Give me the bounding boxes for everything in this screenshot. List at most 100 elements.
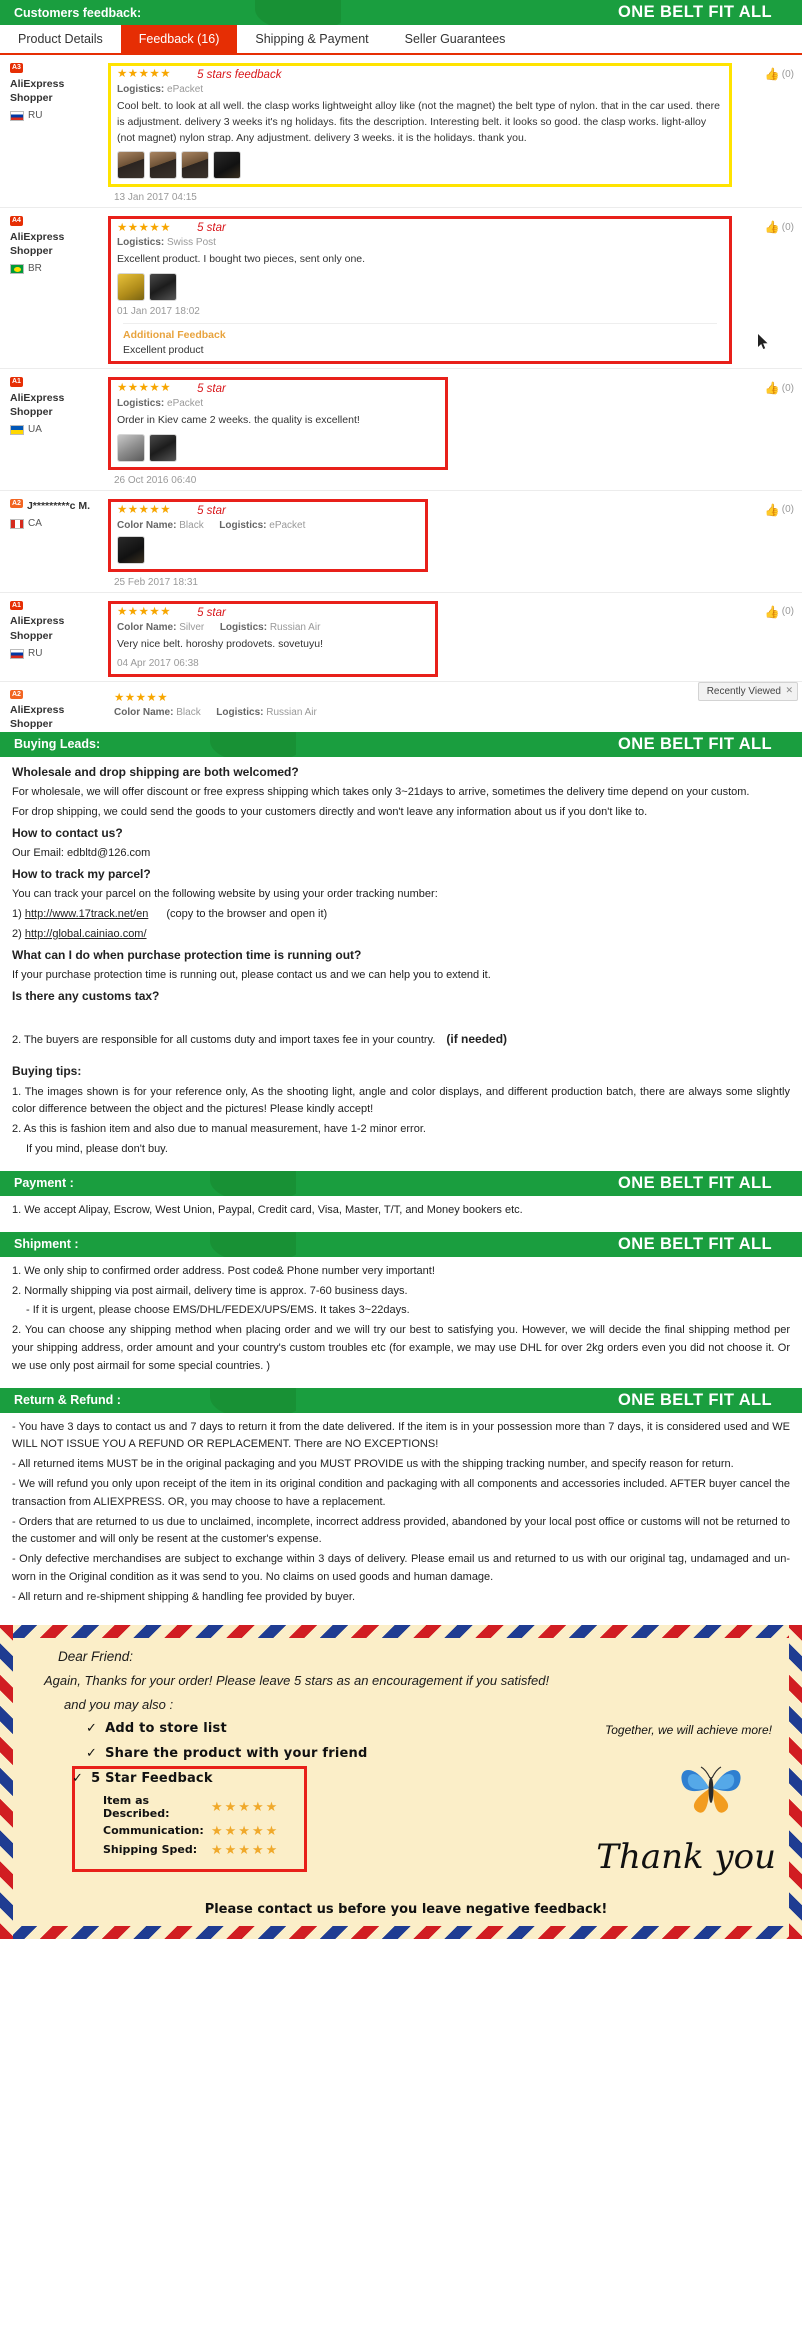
thank-you-envelope-card: Dear Friend: Again, Thanks for your orde…	[0, 1624, 802, 1939]
country-code: UA	[28, 424, 42, 436]
shipment-line-4: 2. You can choose any shipping method wh…	[12, 1324, 790, 1372]
logistics-value: Swiss Post	[167, 237, 216, 249]
answer-customs-emphasis: (if needed)	[446, 1032, 508, 1047]
country-code: RU	[28, 647, 43, 659]
recently-viewed-widget[interactable]: Recently Viewed ✕	[697, 681, 798, 701]
tracking-link-1-row: 1) http://www.17track.net/en (copy to the…	[12, 906, 790, 924]
rating-label: Item as Described:	[103, 1793, 170, 1820]
review-photo[interactable]	[117, 535, 145, 564]
rating-label: Shipping Sped:	[103, 1843, 198, 1857]
buyer-level-badge: A1	[10, 377, 23, 387]
color-value: Black	[176, 707, 201, 718]
rating-label: Communication:	[103, 1824, 204, 1838]
feedback-row: A4 AliExpress Shopper BR ★★★★★ 5 star Lo…	[0, 208, 802, 369]
feedback-highlight-box: ★★★★★ Color Name: Black Logistics: Russi…	[108, 690, 732, 724]
thumbs-up-icon[interactable]: 👍	[765, 605, 780, 619]
buyer-level-badge: A4	[10, 216, 23, 226]
feedback-date: 04 Apr 2017 06:38	[117, 657, 199, 669]
color-value: Black	[179, 519, 204, 531]
tracking-link-17track[interactable]: http://www.17track.net/en	[25, 908, 149, 920]
feedback-thumbnails	[117, 535, 419, 564]
review-photo[interactable]	[149, 151, 177, 180]
reviewer-name: AliExpress Shopper	[10, 77, 65, 104]
feedback-meta: Logistics: ePacket	[117, 84, 723, 95]
question-customs: Is there any customs tax?	[12, 988, 160, 1003]
feedback-text: Cool belt. to look at all well. the clas…	[117, 100, 720, 144]
checklist-item-share: ✓ Share the product with your friend	[34, 1746, 778, 1761]
feedback-tabs: Product Details Feedback (16) Shipping &…	[0, 25, 802, 55]
returns-line-1: - You have 3 days to contact us and 7 da…	[12, 1420, 790, 1451]
answer-protection: If your purchase protection time is runn…	[12, 969, 491, 982]
review-photo[interactable]	[117, 151, 145, 180]
thumbs-up-icon[interactable]: 👍	[765, 220, 780, 234]
reviewer-name-wrap: A2 AliExpress Shopper	[10, 689, 108, 732]
helpful-count: (0)	[781, 504, 794, 516]
reviewer-country: UA	[10, 423, 108, 437]
helpful-control[interactable]: 👍 (0)	[765, 503, 794, 517]
question-track: How to track my parcel?	[12, 866, 151, 881]
reviewer-info: A4 AliExpress Shopper BR	[0, 216, 108, 364]
banner-brand: ONE BELT FIT ALL	[618, 1234, 772, 1253]
feedback-text: Very nice belt. horoshy prodovets. sovet…	[117, 637, 324, 650]
feedback-body: ★★★★★ 5 stars feedback Logistics: ePacke…	[108, 63, 802, 203]
answer-contact-email: Our Email: edbltd@126.com	[12, 847, 151, 860]
helpful-count: (0)	[781, 221, 794, 233]
check-icon: ✓	[86, 1720, 98, 1736]
color-value: Silver	[179, 621, 205, 633]
ribbon-shape	[210, 1387, 318, 1413]
tab-shipping-payment[interactable]: Shipping & Payment	[237, 25, 386, 53]
tab-product-details[interactable]: Product Details	[0, 25, 121, 53]
logistics-label: Logistics:	[219, 519, 267, 531]
helpful-control[interactable]: 👍 (0)	[765, 381, 794, 395]
logistics-value: Russian Air	[266, 707, 317, 718]
feedback-meta: Color Name: Black Logistics: Russian Air	[114, 707, 726, 718]
checklist-item-five-star: ✓ 5 Star Feedback	[34, 1771, 778, 1786]
feedback-body: ★★★★★ 5 star Color Name: Black Logistics…	[108, 498, 802, 588]
star-rating: ★★★★★	[117, 504, 172, 516]
tab-seller-guarantees[interactable]: Seller Guarantees	[387, 25, 524, 53]
banner-label: Buying Leads:	[14, 737, 101, 752]
helpful-control[interactable]: 👍 (0)	[765, 605, 794, 619]
thank-you-text: Thank you	[596, 1836, 776, 1877]
thumbs-up-icon[interactable]: 👍	[765, 381, 780, 395]
buyer-level-badge: A2	[10, 498, 23, 509]
envelope-border-right	[789, 1624, 802, 1939]
helpful-control[interactable]: 👍 (0)	[765, 67, 794, 81]
review-photo[interactable]	[117, 433, 145, 462]
checklist-label: 5 Star Feedback	[91, 1770, 213, 1786]
thumbs-up-icon[interactable]: 👍	[765, 503, 780, 517]
feedback-list: A3 AliExpress Shopper RU ★★★★★ 5 stars f…	[0, 55, 802, 732]
payment-content: 1. We accept Alipay, Escrow, West Union,…	[0, 1196, 802, 1232]
review-photo[interactable]	[149, 273, 177, 301]
annotation-label: 5 star	[197, 606, 226, 619]
product-feedback-page: Customers feedback: ONE BELT FIT ALL Pro…	[0, 0, 802, 1939]
banner-brand: ONE BELT FIT ALL	[618, 3, 772, 21]
review-photo[interactable]	[213, 151, 241, 180]
feedback-text: Excellent product. I bought two pieces, …	[117, 253, 366, 266]
greeting-line: Dear Friend:	[58, 1648, 134, 1664]
buyer-level-badge: A2	[10, 689, 23, 700]
banner-brand: ONE BELT FIT ALL	[618, 1173, 772, 1192]
logistics-label: Logistics:	[117, 237, 165, 249]
reviewer-info: A2 J*********c M. CA	[0, 498, 108, 588]
link-1-note: (copy to the browser and open it)	[166, 908, 328, 921]
feedback-row: A3 AliExpress Shopper RU ★★★★★ 5 stars f…	[0, 55, 802, 209]
tab-feedback[interactable]: Feedback (16)	[120, 25, 238, 53]
annotation-label: 5 star	[197, 222, 226, 235]
review-photo[interactable]	[181, 151, 209, 180]
helpful-control[interactable]: 👍 (0)	[765, 220, 794, 234]
rating-stars: ★★★★★	[211, 1822, 280, 1838]
review-photo[interactable]	[117, 273, 145, 301]
returns-line-2: - All returned items MUST be in the orig…	[12, 1458, 734, 1471]
thumbs-up-icon[interactable]: 👍	[765, 67, 780, 81]
feedback-row: A1 AliExpress Shopper UA ★★★★★ 5 star Lo…	[0, 369, 802, 491]
reviewer-name: AliExpress Shopper	[10, 230, 65, 258]
close-icon[interactable]: ✕	[785, 685, 793, 696]
review-photo[interactable]	[149, 433, 177, 462]
check-icon: ✓	[72, 1770, 84, 1786]
feedback-highlight-box: ★★★★★ 5 star Color Name: Silver Logistic…	[108, 600, 438, 677]
ribbon-shape	[210, 1231, 318, 1257]
feedback-head: ★★★★★ 5 star	[117, 504, 419, 516]
tracking-link-cainiao[interactable]: http://global.cainiao.com/	[25, 928, 147, 940]
reviewer-country: CA	[10, 517, 108, 531]
